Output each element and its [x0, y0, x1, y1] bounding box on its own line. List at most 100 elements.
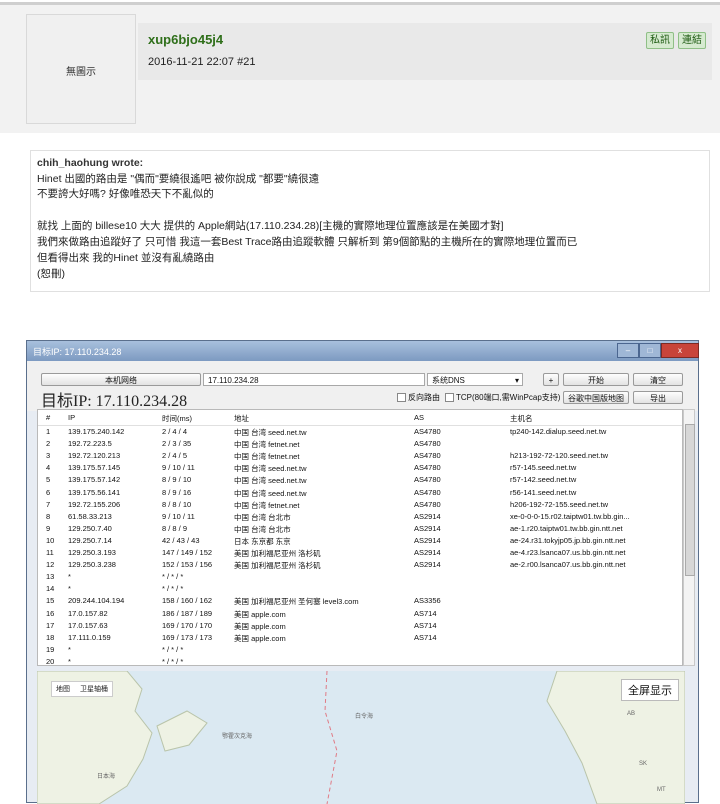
post-floor: #21	[237, 56, 256, 68]
table-row[interactable]: 1 139.175.240.142 2 / 4 / 4 中国 台湾 seed.net.…	[38, 426, 682, 438]
table-row[interactable]: 20 * * / * / *	[38, 656, 682, 666]
header-ip: IP	[68, 413, 76, 422]
table-row[interactable]: 10 129.250.7.14 42 / 43 / 43 日本 东京都 东京 AS291…	[38, 535, 682, 547]
table-cell: ae-1.r20.taiptw01.tw.bb.gin.ntt.net	[510, 523, 623, 533]
table-cell: h213-192-72-120.seed.net.tw	[510, 451, 608, 461]
table-cell: 中国 台湾 fetnet.net	[234, 500, 300, 510]
table-row[interactable]: 13 * * / * / *	[38, 571, 682, 583]
table-row[interactable]: 16 17.0.157.82 186 / 187 / 189 美国 apple.com…	[38, 608, 682, 620]
route-table: # IP 时间(ms) 地址 AS 主机名 1 139.175.240.142 2 …	[37, 409, 683, 666]
table-row[interactable]: 19 * * / * / *	[38, 644, 682, 656]
checkbox-icon	[397, 393, 406, 403]
table-cell: 8	[46, 511, 51, 521]
table-cell: 18	[46, 632, 55, 642]
table-cell: 中国 台湾 台北市	[234, 524, 291, 534]
table-cell: 6	[46, 487, 51, 497]
close-icon[interactable]: x	[661, 343, 699, 358]
table-cell: AS2914	[414, 523, 441, 533]
target-input[interactable]: 17.110.234.28	[203, 373, 425, 386]
start-button[interactable]: 开始	[563, 373, 629, 386]
tcp-checkbox[interactable]: TCP(80端口,需WinPcap支持)	[445, 392, 560, 403]
quote-line: Hinet 出國的路由是 "偶而"要繞很遙吧 被你說成 "都要"繞很遠	[37, 173, 320, 185]
minimize-icon[interactable]: –	[617, 343, 639, 358]
table-cell: *	[68, 644, 71, 654]
table-row[interactable]: 3 192.72.120.213 2 / 4 / 5 中国 台湾 fetnet.net…	[38, 450, 682, 462]
table-row[interactable]: 17 17.0.157.63 169 / 170 / 170 美国 apple.com…	[38, 620, 682, 632]
table-row[interactable]: 18 17.111.0.159 169 / 173 / 173 美国 apple.co…	[38, 632, 682, 644]
map-label: AB	[627, 711, 636, 717]
table-cell: 139.175.57.142	[68, 475, 121, 485]
tcp-label: TCP(80端口,需WinPcap支持)	[456, 393, 561, 402]
table-row[interactable]: 15 209.244.104.194 158 / 160 / 162 美国 加利福尼亚…	[38, 595, 682, 607]
fullscreen-button[interactable]: 全屏显示	[621, 679, 679, 701]
table-cell: 1	[46, 427, 51, 436]
table-row[interactable]: 4 139.175.57.145 9 / 10 / 11 中国 台湾 seed.net…	[38, 462, 682, 474]
link-button[interactable]: 連結	[678, 32, 706, 49]
table-cell: 美国 加利福尼亚州 洛杉矶	[234, 561, 321, 571]
table-cell: ae-2.r00.lsanca07.us.bb.gin.ntt.net	[510, 560, 626, 570]
table-cell: AS4780	[414, 463, 441, 473]
header-num: #	[46, 413, 51, 422]
quote-author: chih_haohung wrote:	[37, 157, 144, 169]
google-map-button[interactable]: 谷歌中国版地图	[563, 391, 629, 404]
username[interactable]: xup6bjo45j4	[148, 32, 223, 47]
message-button[interactable]: 私訊	[646, 32, 674, 49]
table-cell: 139.175.57.145	[68, 463, 121, 473]
table-cell: AS2914	[414, 511, 441, 521]
reverse-dns-label: 反向路由	[408, 393, 440, 402]
clear-button[interactable]: 清空	[633, 373, 683, 386]
table-cell: 11	[46, 548, 54, 557]
table-row[interactable]: 7 192.72.155.206 8 / 8 / 10 中国 台湾 fetnet.ne…	[38, 499, 682, 511]
map-area[interactable]: 地图 卫星轴桶 全屏显示 白令海 AB 鄂霍次克海 日本海 SK MT	[37, 671, 685, 804]
export-button[interactable]: 导出	[633, 391, 683, 404]
local-network-button[interactable]: 本机网络	[41, 373, 201, 386]
table-cell: 139.175.56.141	[68, 487, 121, 497]
reverse-dns-checkbox[interactable]: 反向路由	[397, 392, 440, 403]
add-button[interactable]: +	[543, 373, 559, 386]
table-cell: 5	[46, 475, 51, 485]
table-cell: * / * / *	[162, 656, 184, 666]
window-title: 目标IP: 17.110.234.28	[33, 347, 122, 357]
body-line: 我們來做路由追蹤好了 只可惜 我這一套Best Trace路由追蹤軟體 只解析到…	[37, 236, 578, 248]
tab-map[interactable]: 地图	[56, 686, 70, 693]
table-cell: 2 / 4 / 4	[162, 427, 188, 436]
maximize-icon[interactable]: □	[639, 343, 661, 358]
table-row[interactable]: 5 139.175.57.142 8 / 9 / 10 中国 台湾 seed.net.…	[38, 474, 682, 486]
table-cell: 中国 台湾 seed.net.tw	[234, 464, 307, 474]
table-cell: 139.175.240.142	[68, 427, 125, 436]
table-cell: 3	[46, 451, 51, 461]
besttrace-window: 目标IP: 17.110.234.28 – □ x 本机网络 17.110.23…	[26, 340, 699, 804]
table-row[interactable]: 6 139.175.56.141 8 / 9 / 16 中国 台湾 seed.net.…	[38, 487, 682, 499]
table-cell: AS714	[414, 620, 437, 630]
table-cell: 17	[46, 620, 55, 630]
table-cell: 9 / 10 / 11	[162, 463, 195, 473]
table-cell: 209.244.104.194	[68, 596, 125, 606]
table-cell: * / * / *	[162, 572, 184, 582]
scrollbar-thumb[interactable]	[685, 424, 695, 576]
dns-select[interactable]: 系统DNS ▾	[427, 373, 523, 386]
table-row[interactable]: 12 129.250.3.238 152 / 153 / 156 美国 加利福尼亚州 …	[38, 559, 682, 571]
table-cell: *	[68, 572, 71, 582]
table-row[interactable]: 8 61.58.33.213 9 / 10 / 11 中国 台湾 台北市 AS2914 x…	[38, 511, 682, 523]
table-cell: AS4780	[414, 451, 441, 461]
table-row[interactable]: 11 129.250.3.193 147 / 149 / 152 美国 加利福尼亚州 …	[38, 547, 682, 559]
table-cell: 4	[46, 463, 51, 473]
table-cell: 日本 东京都 东京	[234, 536, 291, 546]
table-cell: xe-0-0-0-15.r02.taiptw01.tw.bb.gin...	[510, 511, 630, 521]
table-row[interactable]: 2 192.72.223.5 2 / 3 / 35 中国 台湾 fetnet.net A…	[38, 438, 682, 450]
table-cell: 192.72.223.5	[68, 439, 112, 449]
table-cell: r56-141.seed.net.tw	[510, 487, 577, 497]
window-titlebar[interactable]: 目标IP: 17.110.234.28 – □ x	[27, 341, 699, 361]
table-cell: ae-4.r23.lsanca07.us.bb.gin.ntt.net	[510, 548, 626, 557]
table-row[interactable]: 14 * * / * / *	[38, 583, 682, 595]
target-ip-display: 目标IP: 17.110.234.28	[41, 393, 188, 410]
tab-satellite[interactable]: 卫星轴桶	[80, 686, 108, 693]
table-cell: 169 / 173 / 173	[162, 632, 213, 642]
post-datetime: 2016-11-21 22:07	[148, 56, 235, 68]
body-line: 但看得出來 我的Hinet 並沒有亂繞路由	[37, 252, 215, 264]
table-cell: 61.58.33.213	[68, 511, 112, 521]
table-scrollbar[interactable]	[683, 409, 695, 666]
table-cell: 147 / 149 / 152	[162, 548, 213, 557]
map-label: 日本海	[97, 774, 116, 780]
table-row[interactable]: 9 129.250.7.40 8 / 8 / 9 中国 台湾 台北市 AS2914 ae-…	[38, 523, 682, 535]
